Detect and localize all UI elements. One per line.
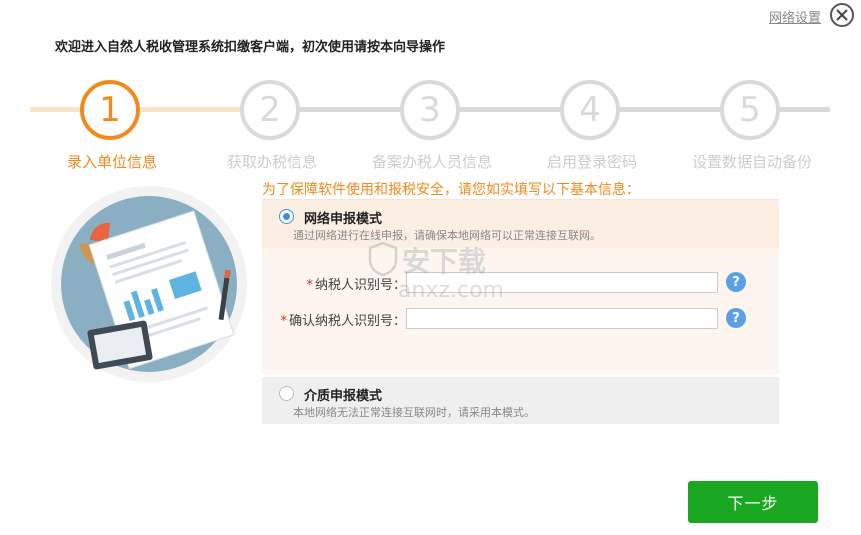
confirm-taxpayer-id-input[interactable] xyxy=(406,308,718,329)
media-mode-desc: 本地网络无法正常连接互联网时，请采用本模式。 xyxy=(293,406,535,419)
taxpayer-id-help-icon[interactable]: ? xyxy=(726,272,746,292)
welcome-text: 欢迎进入自然人税收管理系统扣缴客户端，初次使用请按本向导操作 xyxy=(55,40,446,55)
next-step-button[interactable]: 下一步 xyxy=(688,481,818,523)
step-line-2 xyxy=(140,107,240,112)
watermark-en: anxz.com xyxy=(398,278,504,303)
required-mark: * xyxy=(306,278,313,293)
step-3-circle: 3 xyxy=(400,80,460,140)
network-mode-radio[interactable] xyxy=(279,209,294,224)
step-1-number: 1 xyxy=(99,90,121,130)
document-illustration xyxy=(51,186,247,382)
step-2-label: 获取办税信息 xyxy=(226,153,318,171)
step-4-number: 4 xyxy=(579,90,601,130)
network-mode-title: 网络申报模式 xyxy=(304,212,383,227)
step-2-circle: 2 xyxy=(240,80,300,140)
media-mode-panel: 介质申报模式 本地网络无法正常连接互联网时，请采用本模式。 xyxy=(262,377,779,424)
confirm-taxpayer-id-help-icon[interactable]: ? xyxy=(726,308,746,328)
step-1-circle: 1 xyxy=(80,80,140,140)
confirm-taxpayer-id-label-text: 确认纳税人识别号： xyxy=(288,314,406,329)
step-line-5 xyxy=(620,107,720,112)
watermark-shield-icon xyxy=(368,242,398,276)
step-5-number: 5 xyxy=(739,90,761,130)
step-line-4 xyxy=(460,107,560,112)
media-mode-title: 介质申报模式 xyxy=(304,389,383,404)
step-line-3 xyxy=(300,107,400,112)
step-1-label: 录入单位信息 xyxy=(66,153,158,171)
network-settings-link[interactable]: 网络设置 xyxy=(769,7,821,26)
required-mark: * xyxy=(280,314,287,329)
step-4-label: 启用登录密码 xyxy=(546,153,638,171)
step-line-6 xyxy=(780,107,830,112)
notice-text: 为了保障软件使用和报税安全，请您如实填写以下基本信息： xyxy=(262,182,640,198)
step-2-number: 2 xyxy=(259,90,281,130)
step-3-label: 备案办税人员信息 xyxy=(371,153,493,171)
watermark-cn: 安下载 xyxy=(402,245,487,278)
close-button[interactable] xyxy=(830,3,854,27)
step-5-label: 设置数据自动备份 xyxy=(691,153,813,171)
step-4-circle: 4 xyxy=(560,80,620,140)
close-icon xyxy=(836,9,848,21)
media-mode-radio[interactable] xyxy=(279,386,294,401)
step-3-number: 3 xyxy=(419,90,441,130)
step-5-circle: 5 xyxy=(720,80,780,140)
confirm-taxpayer-id-label: * 确认纳税人识别号： xyxy=(272,310,406,329)
watermark: 安下载 anxz.com xyxy=(368,240,548,310)
